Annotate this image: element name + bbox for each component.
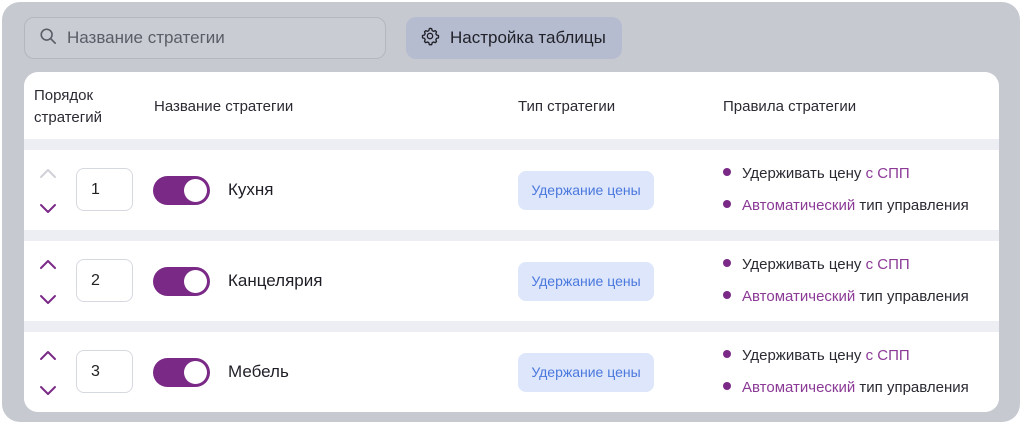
- toggle-knob: [184, 270, 207, 293]
- row-divider: [24, 321, 999, 332]
- strategy-name: Мебель: [228, 362, 289, 381]
- table-row: 1 Кухня Удержание цены Удерживать цену с…: [24, 150, 999, 230]
- rule-text: Удерживать цену: [742, 256, 862, 273]
- table-settings-button[interactable]: Настройка таблицы: [406, 17, 622, 59]
- row-divider: [24, 139, 999, 150]
- strategy-type-chip: Удержание цены: [518, 171, 654, 210]
- rule-item: Автоматический тип управления: [723, 379, 969, 396]
- chevron-down-icon: [40, 295, 56, 304]
- strategy-name: Кухня: [228, 180, 274, 199]
- rule-accent: Автоматический: [742, 288, 856, 305]
- table-row: 3 Мебель Удержание цены Удерживать цену …: [24, 332, 999, 412]
- order-input[interactable]: 3: [76, 350, 133, 393]
- bullet-dot: [723, 168, 731, 177]
- chevron-down-icon: [40, 386, 56, 395]
- order-input[interactable]: 2: [76, 259, 133, 302]
- rule-text: тип управления: [859, 379, 969, 396]
- header-rules: Правила стратегии: [723, 98, 857, 115]
- header-order-line1: Порядок: [34, 87, 94, 104]
- move-up-button[interactable]: [37, 348, 59, 362]
- rule-accent: с СПП: [865, 256, 910, 273]
- strategy-toggle[interactable]: [153, 267, 210, 296]
- rule-accent: с СПП: [865, 165, 910, 182]
- strategy-name: Канцелярия: [228, 271, 323, 290]
- rule-accent: с СПП: [865, 347, 910, 364]
- chevron-down-icon: [40, 204, 56, 213]
- search-input[interactable]: Название стратегии: [24, 17, 386, 59]
- order-input[interactable]: 1: [76, 168, 133, 211]
- table-row: 2 Канцелярия Удержание цены Удерживать ц…: [24, 241, 999, 321]
- strategies-panel: Название стратегии Настройка таблицы Пор…: [2, 2, 1020, 422]
- rule-item: Удерживать цену с СПП: [723, 347, 910, 364]
- bullet-dot: [723, 382, 731, 391]
- rule-item: Автоматический тип управления: [723, 197, 969, 214]
- rule-text: тип управления: [859, 197, 969, 214]
- bullet-dot: [723, 291, 731, 300]
- strategy-toggle[interactable]: [153, 176, 210, 205]
- header-order: Порядок стратегий: [34, 85, 102, 129]
- toggle-knob: [184, 179, 207, 202]
- header-name: Название стратегии: [154, 98, 294, 115]
- rule-text: Удерживать цену: [742, 347, 862, 364]
- chevron-up-icon: [40, 260, 56, 269]
- strategy-toggle[interactable]: [153, 358, 210, 387]
- move-up-button[interactable]: [37, 257, 59, 271]
- move-down-button[interactable]: [37, 202, 59, 216]
- table-settings-label: Настройка таблицы: [450, 28, 606, 47]
- move-up-button[interactable]: [37, 166, 59, 180]
- move-down-button[interactable]: [37, 384, 59, 398]
- toggle-knob: [184, 361, 207, 384]
- rule-accent: Автоматический: [742, 379, 856, 396]
- chevron-up-icon: [40, 351, 56, 360]
- strategy-type-chip: Удержание цены: [518, 262, 654, 301]
- header-order-line2: стратегий: [34, 109, 102, 126]
- rule-item: Автоматический тип управления: [723, 288, 969, 305]
- gear-icon: [420, 26, 440, 51]
- strategies-table: Порядок стратегий Название стратегии Тип…: [24, 72, 999, 412]
- rule-item: Удерживать цену с СПП: [723, 165, 910, 182]
- move-down-button[interactable]: [37, 293, 59, 307]
- bullet-dot: [723, 259, 731, 268]
- search-icon: [39, 27, 57, 50]
- chevron-up-icon: [40, 169, 56, 178]
- rule-accent: Автоматический: [742, 197, 856, 214]
- search-placeholder: Название стратегии: [67, 28, 225, 47]
- bullet-dot: [723, 200, 731, 209]
- rule-text: тип управления: [859, 288, 969, 305]
- strategy-type-chip: Удержание цены: [518, 353, 654, 392]
- rule-item: Удерживать цену с СПП: [723, 256, 910, 273]
- rule-text: Удерживать цену: [742, 165, 862, 182]
- bullet-dot: [723, 350, 731, 359]
- header-type: Тип стратегии: [518, 98, 616, 115]
- row-divider: [24, 230, 999, 241]
